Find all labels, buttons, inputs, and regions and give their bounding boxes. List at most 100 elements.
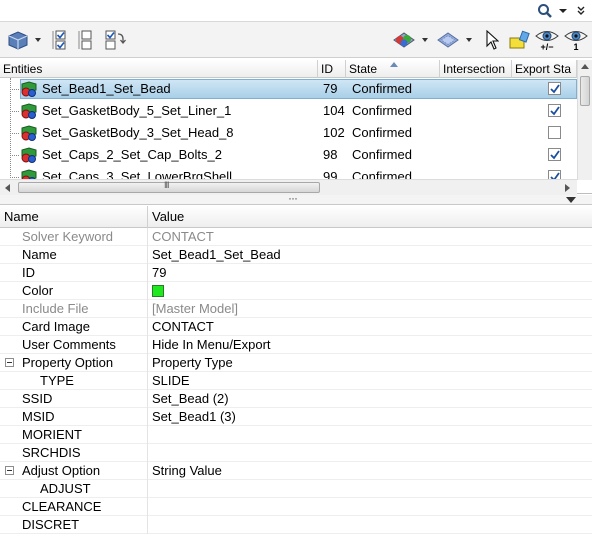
entity-state: Confirmed <box>352 81 412 96</box>
column-divider <box>147 354 148 372</box>
property-row[interactable]: Property Option Property Type <box>0 354 592 372</box>
property-row[interactable]: SSID Set_Bead (2) <box>0 390 592 408</box>
uncheck-all-icon[interactable] <box>76 27 98 53</box>
property-value[interactable]: CONTACT <box>152 318 214 336</box>
property-name: User Comments <box>22 337 116 352</box>
property-row[interactable]: User Comments Hide In Menu/Export <box>0 336 592 354</box>
property-value[interactable]: Set_Bead1_Set_Bead <box>152 246 281 264</box>
property-row[interactable]: Solver Keyword CONTACT <box>0 228 592 246</box>
column-header-state[interactable]: State <box>346 60 440 78</box>
property-row[interactable]: Name Set_Bead1_Set_Bead <box>0 246 592 264</box>
property-row[interactable]: CLEARANCE <box>0 498 592 516</box>
horizontal-scroll-thumb[interactable]: III <box>18 180 320 193</box>
shading-mode-dropdown-icon[interactable] <box>466 38 472 42</box>
property-row[interactable]: ID 79 <box>0 264 592 282</box>
collapse-arrow-icon[interactable] <box>566 197 576 203</box>
property-value[interactable]: [Master Model] <box>152 300 238 318</box>
color-swatch[interactable] <box>152 285 164 297</box>
property-value[interactable]: Set_Bead1 (3) <box>152 408 236 426</box>
collapse-toggle-icon[interactable] <box>5 466 14 475</box>
show-one-icon[interactable]: 1 <box>563 27 589 53</box>
property-row[interactable]: MORIENT <box>0 426 592 444</box>
tree-branch-line <box>10 111 19 112</box>
tree-branch-line <box>10 177 19 178</box>
cube-view-icon[interactable] <box>4 27 32 53</box>
scroll-left-arrow-icon[interactable] <box>5 184 10 192</box>
column-header-id[interactable]: ID <box>318 60 346 78</box>
checkmark-icon <box>550 106 560 116</box>
pointer-icon[interactable] <box>482 27 502 53</box>
property-value[interactable]: CONTACT <box>152 228 214 246</box>
property-row[interactable]: SRCHDIS <box>0 444 592 462</box>
check-all-icon[interactable] <box>50 27 72 53</box>
column-divider <box>147 372 148 390</box>
property-value[interactable]: SLIDE <box>152 372 190 390</box>
checkmark-icon <box>550 84 560 94</box>
property-value[interactable]: Property Type <box>152 354 233 372</box>
double-chevron-down-icon[interactable] <box>572 2 590 20</box>
export-checkbox[interactable] <box>548 82 561 95</box>
property-value[interactable]: Hide In Menu/Export <box>152 336 271 354</box>
column-divider <box>147 390 148 408</box>
property-header-name[interactable]: Name <box>0 206 148 228</box>
property-header-value[interactable]: Value <box>148 206 592 228</box>
property-name: ID <box>22 265 35 280</box>
column-header-export-state[interactable]: Export Sta <box>512 60 577 78</box>
contact-group-icon <box>20 125 38 144</box>
scroll-up-arrow-icon[interactable] <box>581 64 589 69</box>
column-divider <box>147 246 148 264</box>
reverse-check-icon[interactable] <box>102 27 128 53</box>
entity-row[interactable]: Set_Bead1_Set_Bead 79 Confirmed <box>0 78 577 100</box>
property-name: SSID <box>22 391 53 406</box>
property-row[interactable]: MSID Set_Bead1 (3) <box>0 408 592 426</box>
sort-ascending-icon <box>390 62 398 67</box>
export-checkbox[interactable] <box>548 104 561 117</box>
property-value[interactable]: Set_Bead (2) <box>152 390 229 408</box>
column-divider <box>147 228 148 246</box>
column-divider <box>147 408 148 426</box>
property-row[interactable]: ADJUST <box>0 480 592 498</box>
scroll-thumb-grip: III <box>164 180 169 190</box>
column-header-entities[interactable]: Entities <box>0 60 318 78</box>
cube-view-dropdown-icon[interactable] <box>35 38 41 42</box>
vertical-scroll-thumb[interactable] <box>580 76 590 106</box>
property-name: Color <box>22 283 54 298</box>
property-row[interactable]: Color <box>0 282 592 300</box>
scroll-right-arrow-icon[interactable] <box>565 184 570 192</box>
show-hide-toggle-icon[interactable]: +/− <box>534 27 560 53</box>
color-mode-dropdown-icon[interactable] <box>422 38 428 42</box>
property-row[interactable]: TYPE SLIDE <box>0 372 592 390</box>
property-row[interactable]: Card Image CONTACT <box>0 318 592 336</box>
entity-row[interactable]: Set_Caps_2_Set_Cap_Bolts_2 98 Confirmed <box>0 144 575 166</box>
search-strip <box>0 0 592 22</box>
property-row[interactable]: Include File [Master Model] <box>0 300 592 318</box>
property-value[interactable]: String Value <box>152 462 222 480</box>
contact-group-icon <box>20 147 38 166</box>
entity-row[interactable]: Set_GasketBody_3_Set_Head_8 102 Confirmed <box>0 122 575 144</box>
chevron-down-icon[interactable] <box>554 2 572 20</box>
property-row[interactable]: Adjust Option String Value <box>0 462 592 480</box>
entity-row[interactable]: Set_GasketBody_5_Set_Liner_1 104 Confirmed <box>0 100 575 122</box>
property-name: MORIENT <box>22 427 82 442</box>
panel-splitter[interactable]: ··· <box>0 191 592 205</box>
highlight-icon[interactable] <box>506 27 532 53</box>
property-name: TYPE <box>40 373 74 388</box>
entity-state: Confirmed <box>352 103 412 118</box>
property-name: MSID <box>22 409 55 424</box>
property-name: Property Option <box>22 355 114 370</box>
splitter-grip: ··· <box>288 191 298 205</box>
export-checkbox[interactable] <box>548 126 561 139</box>
color-mode-icon[interactable] <box>390 27 418 53</box>
collapse-toggle-icon[interactable] <box>5 358 14 367</box>
property-value[interactable]: 79 <box>152 264 166 282</box>
property-name: Adjust Option <box>22 463 101 478</box>
export-checkbox[interactable] <box>548 148 561 161</box>
column-header-intersection[interactable]: Intersection <box>440 60 512 78</box>
column-divider <box>147 426 148 444</box>
entity-id: 102 <box>323 125 345 140</box>
magnifier-icon[interactable] <box>536 2 554 20</box>
tree-branch-line <box>10 133 19 134</box>
property-row[interactable]: DISCRET <box>0 516 592 534</box>
entities-vertical-scrollbar[interactable] <box>577 60 592 180</box>
shading-mode-icon[interactable] <box>434 27 462 53</box>
